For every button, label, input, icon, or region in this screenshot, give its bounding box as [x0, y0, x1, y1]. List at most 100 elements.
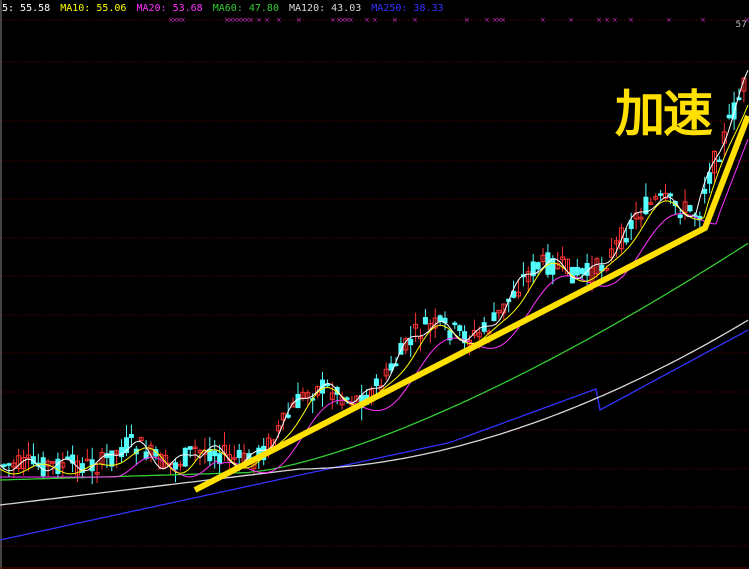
- candle: [491, 302, 497, 322]
- signal-marker: ×: [392, 16, 398, 24]
- candle-body: [109, 450, 115, 467]
- candle-body: [217, 453, 223, 465]
- candle-body: [55, 458, 61, 474]
- candle-body: [707, 172, 713, 184]
- candle-body: [212, 450, 218, 457]
- candle-body: [128, 434, 134, 438]
- candle: [16, 448, 22, 472]
- signal-marker: ×: [330, 16, 336, 24]
- candle-body: [452, 322, 458, 326]
- candle: [716, 156, 722, 163]
- legend-ma20: MA20: 53.68: [136, 3, 203, 14]
- signal-marker: ×: [180, 16, 186, 24]
- candle: [437, 314, 443, 326]
- signal-marker: ×: [248, 16, 254, 24]
- candle: [177, 460, 183, 472]
- candle: [300, 387, 306, 402]
- candle-body: [1, 464, 7, 467]
- candle: [452, 321, 458, 330]
- candle: [45, 459, 51, 477]
- signal-marker: ×: [612, 16, 618, 24]
- candle-body: [677, 214, 683, 218]
- legend-ma120: MA120: 43.03: [289, 3, 362, 14]
- ma-legend: 5: 55.58 MA10: 55.06 MA20: 53.68 MA60: 4…: [2, 2, 448, 16]
- candle: [653, 193, 659, 202]
- candle: [138, 436, 144, 442]
- candle: [663, 183, 668, 201]
- signal-marker: ×: [700, 16, 706, 24]
- candle: [643, 183, 649, 216]
- signal-marker: ×: [276, 16, 282, 24]
- acceleration-annotation: 加速: [615, 85, 713, 143]
- ma60-line: [0, 242, 749, 481]
- signal-marker: ×: [484, 16, 490, 24]
- candle: [182, 447, 188, 467]
- candle: [40, 451, 46, 479]
- candle-body: [716, 159, 722, 163]
- candle: [447, 329, 453, 345]
- signal-marker: ×: [604, 16, 610, 24]
- candle: [119, 439, 125, 464]
- candle: [94, 462, 100, 484]
- candle-body: [550, 258, 556, 275]
- candle: [462, 325, 468, 350]
- candle: [418, 328, 423, 352]
- candle-body: [457, 325, 463, 331]
- candle: [702, 176, 708, 204]
- candle: [398, 337, 404, 355]
- candle: [422, 308, 428, 325]
- signal-marker: ×: [348, 16, 354, 24]
- candle-body: [408, 338, 414, 346]
- candle-body: [574, 266, 580, 276]
- candle-body: [579, 268, 585, 275]
- candle-body: [658, 193, 664, 196]
- candle-body: [373, 378, 379, 387]
- candle: [133, 445, 139, 466]
- signal-marker: ×: [364, 16, 370, 24]
- candle: [726, 104, 732, 120]
- signal-marker: ×: [412, 16, 418, 24]
- candle-body: [687, 205, 693, 212]
- candle: [638, 207, 644, 228]
- candle: [481, 316, 487, 335]
- candle: [26, 441, 31, 472]
- signal-markers: ×××× ××××××× × × × × × ×××× × × × × × × ××× × × × × × × × × ×: [168, 16, 749, 24]
- candle-body: [236, 449, 242, 458]
- signal-marker: ×: [500, 16, 506, 24]
- candle-body: [40, 457, 46, 477]
- signal-marker: ×: [264, 16, 270, 24]
- signal-marker: ×: [296, 16, 302, 24]
- legend-ma250: MA250: 38.33: [371, 3, 444, 14]
- candle: [70, 445, 76, 473]
- ma250-line: [0, 329, 749, 541]
- signal-marker: ×: [596, 16, 602, 24]
- candle: [574, 258, 580, 277]
- signal-marker: ×: [666, 16, 672, 24]
- signal-marker: ×: [464, 16, 470, 24]
- candle-body: [628, 220, 634, 230]
- signal-marker: ×: [540, 16, 546, 24]
- candle: [496, 309, 502, 320]
- candle: [457, 324, 463, 337]
- candle: [413, 312, 419, 343]
- candle: [383, 362, 389, 381]
- candle: [687, 204, 693, 213]
- candle-body: [535, 262, 541, 270]
- candle-body: [623, 238, 629, 243]
- candle: [530, 253, 536, 284]
- candle: [192, 439, 198, 462]
- candle-body: [437, 315, 443, 322]
- candle: [408, 325, 414, 357]
- price-scale-label: 57: [735, 20, 747, 30]
- candle-body: [65, 456, 71, 460]
- candle: [187, 446, 193, 458]
- legend-ma10: MA10: 55.06: [60, 3, 127, 14]
- candle: [677, 209, 683, 225]
- candle: [648, 197, 654, 206]
- candle: [109, 450, 115, 472]
- candle-body: [702, 188, 708, 194]
- candle: [65, 450, 71, 461]
- candle: [295, 382, 301, 409]
- candle: [35, 453, 41, 471]
- ma10-line: [0, 104, 749, 475]
